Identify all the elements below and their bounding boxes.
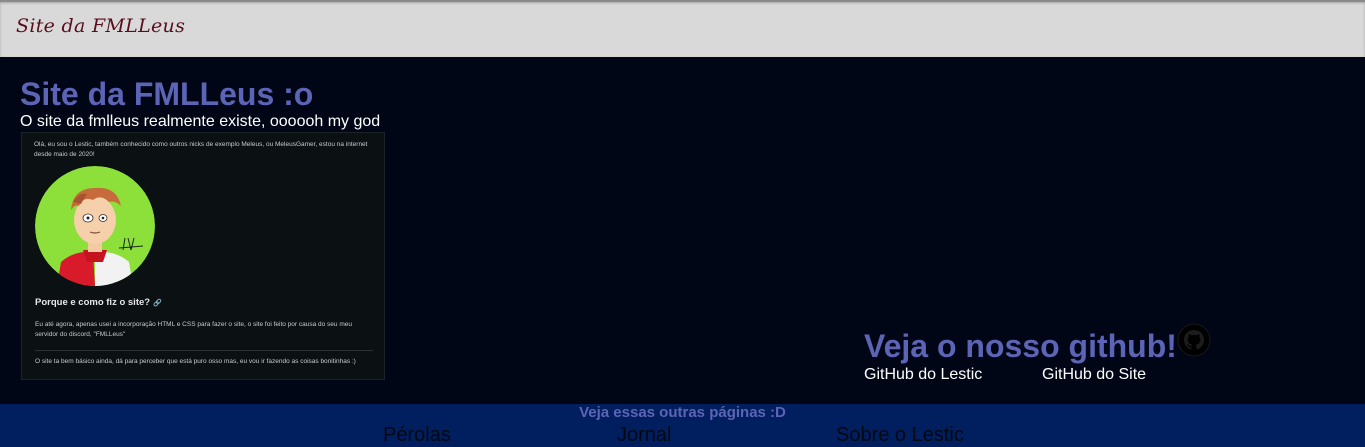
page-title: Site da FMLLeus :o <box>20 76 314 112</box>
nav-link-sobre-lestic[interactable]: Sobre o Lestic <box>836 424 964 447</box>
about-preview-image: Olá, eu sou o Lestic, também conhecido c… <box>21 132 385 380</box>
github-site-link[interactable]: GitHub do Site <box>1042 366 1146 384</box>
page-subtitle: O site da fmlleus realmente existe, oooo… <box>20 113 381 130</box>
preview-divider <box>35 350 373 351</box>
avatar <box>35 166 155 286</box>
footer: Veja essas outras páginas :D Pérolas Jor… <box>0 404 1365 447</box>
github-lestic-link[interactable]: GitHub do Lestic <box>864 366 982 384</box>
nav-link-perolas[interactable]: Pérolas <box>383 424 451 447</box>
top-navbar: Site da FMLLeus <box>0 0 1365 57</box>
github-section-title: Veja o nosso github! <box>864 328 1177 364</box>
footer-title: Veja essas outras páginas :D <box>579 404 786 421</box>
preview-body-text: Eu até agora, apenas usei a incorporação… <box>35 321 352 338</box>
site-brand[interactable]: Site da FMLLeus <box>16 15 185 37</box>
preview-intro-text: Olá, eu sou o Lestic, também conhecido c… <box>34 141 368 158</box>
preview-footer-text: O site ta bem básico ainda, dá para perc… <box>35 358 356 365</box>
nav-link-jornal[interactable]: Jornal <box>617 424 671 447</box>
link-icon: 🔗 <box>153 300 162 307</box>
preview-heading: Porque e como fiz o site? 🔗 <box>35 297 162 308</box>
github-icon[interactable] <box>1177 323 1211 357</box>
